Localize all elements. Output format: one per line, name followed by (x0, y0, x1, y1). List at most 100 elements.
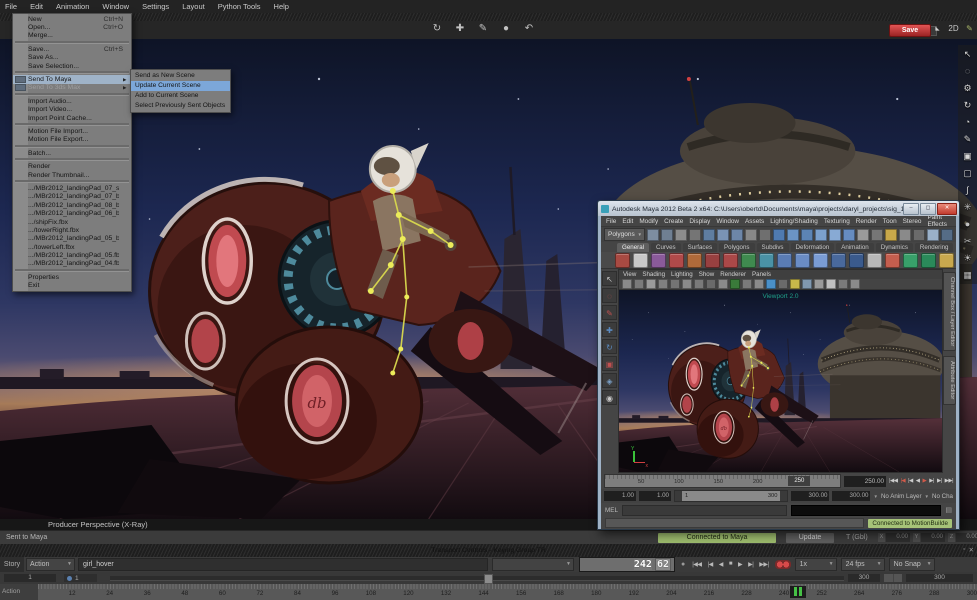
maya-shelf-tab[interactable]: Curves (651, 243, 681, 252)
right-toolbar-icon[interactable]: ⚙ (961, 81, 975, 95)
file-menu-item[interactable]: Motion File Export... ▶ (13, 136, 131, 144)
maya-status-icon[interactable] (941, 229, 953, 241)
maya-toolbox-icon[interactable]: ◉ (602, 390, 617, 405)
file-menu-item[interactable]: Send To 3ds Max ▶ (13, 84, 131, 92)
maya-panel-toolbar-icon[interactable] (682, 279, 692, 289)
maya-status-icon[interactable] (773, 229, 785, 241)
right-toolbar-icon[interactable]: ✳ (961, 200, 975, 214)
transport-button[interactable]: |◀ (708, 561, 713, 568)
range-slider-bar[interactable]: 1 300 (682, 491, 780, 501)
viewer-header-icon[interactable]: ✎ (964, 23, 975, 35)
keying-tool-icon[interactable] (775, 560, 791, 569)
close-button[interactable]: ✕ (937, 203, 957, 215)
maya-menu-item[interactable]: Edit (622, 218, 633, 225)
maya-shelf-tab[interactable]: Animation (836, 243, 874, 252)
mel-label[interactable]: MEL (605, 507, 618, 514)
maya-shelf-tab[interactable]: Polygons (719, 243, 754, 252)
file-menu-item[interactable]: Import Point Cache... ▶ (13, 114, 131, 122)
current-time-field[interactable]: 250.00 (844, 476, 886, 487)
viewer-tool-icon[interactable]: ↻ (430, 22, 444, 36)
maya-status-icon[interactable] (843, 229, 855, 241)
zoom-spin-buttons[interactable] (884, 574, 902, 582)
fps-dropdown[interactable]: 24 fps▼ (841, 558, 885, 571)
file-menu-item[interactable]: Import Video... ▶ (13, 106, 131, 114)
maya-shelf-tab[interactable]: Rendering (915, 243, 954, 252)
maya-status-icon[interactable] (871, 229, 883, 241)
zoom-end-field-1[interactable]: 300 (848, 574, 880, 582)
maya-shelf-icon[interactable] (813, 253, 828, 268)
maya-panel-toolbar-icon[interactable] (766, 279, 776, 289)
menubar-item[interactable]: Animation (56, 2, 89, 11)
menubar-item[interactable]: Help (274, 2, 289, 11)
maya-panel-toolbar-icon[interactable] (742, 279, 752, 289)
file-menu-item[interactable]: .../MBr2012_landingPad_07_small.fbx ▶ (13, 184, 131, 192)
maya-shelf-tab[interactable]: General (617, 243, 649, 252)
maya-shelf-icon[interactable] (777, 253, 792, 268)
right-toolbar-icon[interactable]: ↻ (961, 98, 975, 112)
playback-button[interactable]: |◀ (908, 478, 913, 484)
chevron-down-icon[interactable]: ▼ (925, 494, 929, 499)
play-end-field[interactable]: 300.00 (791, 491, 829, 501)
maya-menu-item[interactable]: Render (856, 218, 877, 225)
mel-input[interactable] (622, 505, 787, 516)
maya-panel-menu-item[interactable]: View (623, 271, 636, 278)
maya-status-icon[interactable] (731, 229, 743, 241)
character-dropdown[interactable]: No Cha (932, 493, 953, 500)
file-menu-item[interactable]: ▶ (15, 180, 129, 183)
file-menu-item[interactable]: Batch... ▶ (13, 149, 131, 157)
story-mode-dropdown[interactable]: Action▼ (26, 558, 75, 571)
anim-end-field[interactable]: 300.00 (832, 491, 870, 501)
maya-status-icon[interactable] (829, 229, 841, 241)
maya-panel-toolbar-icon[interactable] (850, 279, 860, 289)
maya-status-icon[interactable] (661, 229, 673, 241)
maya-panel-menu-item[interactable]: Panels (752, 271, 771, 278)
take-dropdown[interactable]: ▼ (492, 558, 574, 571)
playback-button[interactable]: ▶| (929, 478, 934, 484)
maya-shelf-icon[interactable] (615, 253, 630, 268)
zoom-end-field-2[interactable]: 300 (906, 574, 973, 582)
play-start-field[interactable]: 1.00 (639, 491, 671, 501)
zoom-scrollbar-thumb[interactable] (484, 574, 493, 584)
maya-side-tab[interactable]: Channel Box / Layer Editor (943, 272, 956, 351)
menubar-item[interactable]: Python Tools (218, 2, 261, 11)
maya-shelf-icon[interactable] (921, 253, 936, 268)
maya-shelf-icon[interactable] (867, 253, 882, 268)
file-menu-item[interactable]: Properties ▶ (13, 273, 131, 281)
playback-button[interactable]: ▶| (937, 478, 942, 484)
maya-shelf-tab[interactable]: Subdivs (757, 243, 789, 252)
menubar-item[interactable]: Layout (182, 2, 205, 11)
maya-menu-item[interactable]: Lighting/Shading (770, 218, 818, 225)
range-slider-track[interactable]: 1 300 (674, 490, 788, 502)
menubar-item[interactable]: Window (102, 2, 129, 11)
maya-status-icon[interactable] (927, 229, 939, 241)
maya-status-icon[interactable] (913, 229, 925, 241)
story-tab[interactable]: Story (0, 557, 24, 572)
maya-panel-toolbar-icon[interactable] (826, 279, 836, 289)
viewer-tool-icon[interactable]: ✚ (453, 22, 467, 36)
maya-toolbox-icon[interactable]: ✎ (602, 305, 617, 320)
file-menu-item[interactable]: Import Audio... ▶ (13, 97, 131, 105)
maya-panel-toolbar-icon[interactable] (634, 279, 644, 289)
maya-toolbox-icon[interactable]: ↻ (602, 339, 617, 354)
playback-button[interactable]: |◀◀ (889, 478, 897, 484)
timeline-ruler[interactable]: Action 122436486072849610812013214415616… (0, 584, 977, 600)
right-toolbar-icon[interactable]: ▣ (961, 149, 975, 163)
anim-start-field[interactable]: 1.00 (604, 491, 636, 501)
anim-layer-dropdown[interactable]: No Anim Layer (881, 493, 922, 500)
maya-menu-item[interactable]: File (606, 218, 616, 225)
maya-shelf-icon[interactable] (723, 253, 738, 268)
file-menu-item[interactable]: Render Thumbnail... ▶ (13, 171, 131, 179)
zoom-scrollbar-track[interactable] (110, 576, 844, 581)
right-toolbar-icon[interactable]: ● (961, 217, 975, 231)
snap-dropdown[interactable]: No Snap▼ (889, 558, 935, 571)
transport-button[interactable]: ▶| (748, 561, 753, 568)
maya-menu-item[interactable]: Window (716, 218, 739, 225)
maya-status-icon[interactable] (689, 229, 701, 241)
submenu-item[interactable]: Update Current Scene (131, 81, 230, 91)
maya-panel-toolbar-icon[interactable] (658, 279, 668, 289)
file-menu-item[interactable]: .../towerLeft.fbx ▶ (13, 243, 131, 251)
file-menu-item[interactable]: New Ctrl+N ▶ (13, 15, 131, 23)
start-frame-field[interactable]: 1 (4, 574, 56, 582)
menubar-item[interactable]: File (5, 2, 17, 11)
file-menu-item[interactable]: Exit ▶ (13, 282, 131, 290)
